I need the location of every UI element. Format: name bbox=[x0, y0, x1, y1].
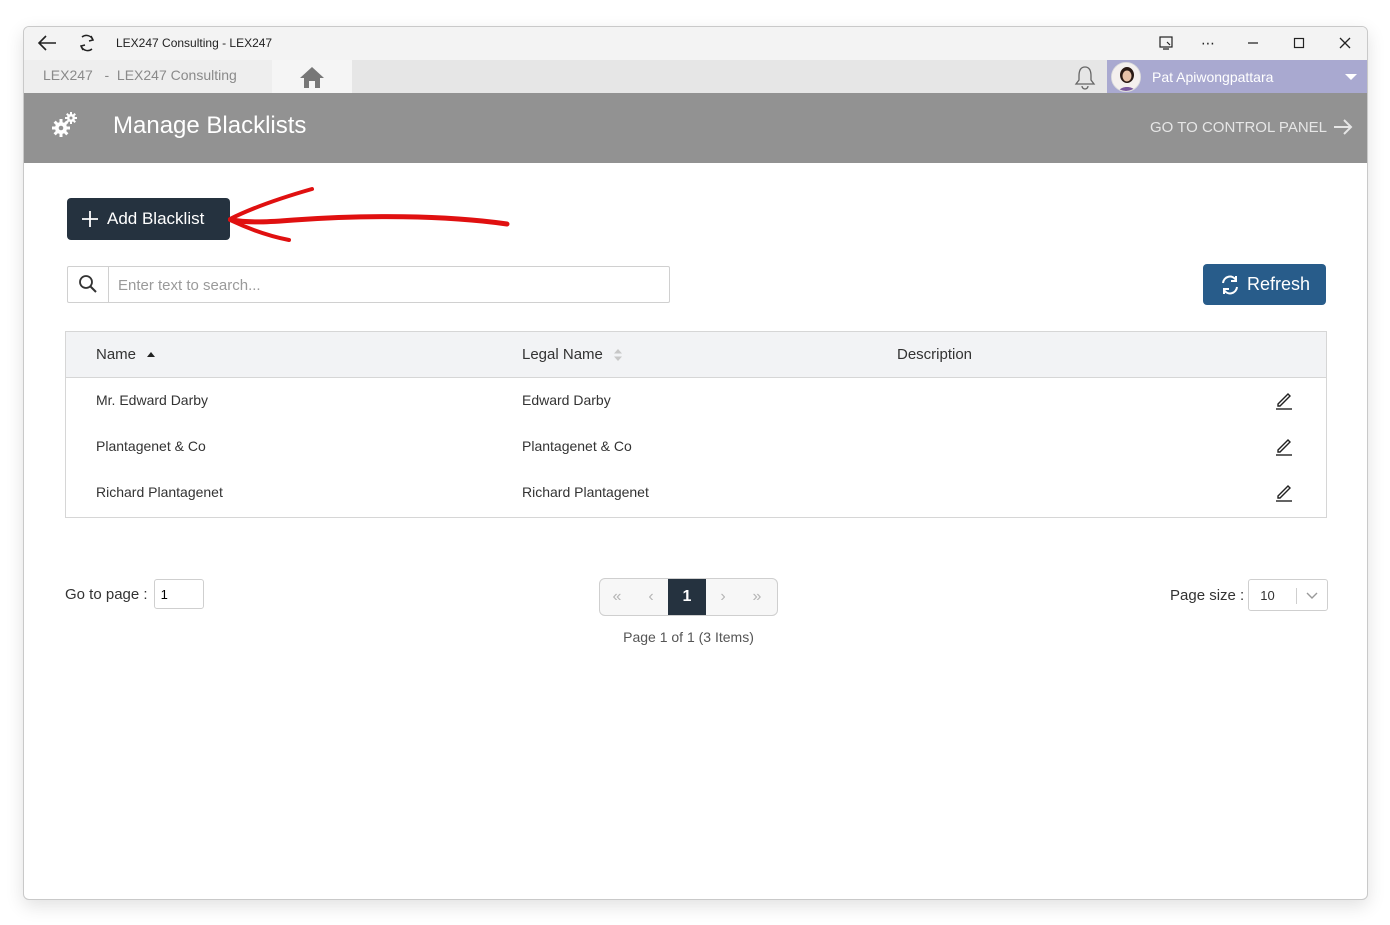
arrow-right-icon bbox=[1334, 119, 1353, 135]
cell-name: Mr. Edward Darby bbox=[96, 392, 209, 408]
refresh-button[interactable]: Refresh bbox=[1203, 264, 1326, 305]
first-page-icon[interactable]: « bbox=[600, 579, 634, 615]
refresh-icon bbox=[1221, 275, 1238, 294]
add-blacklist-button[interactable]: Add Blacklist bbox=[67, 198, 230, 240]
cell-legal-name: Plantagenet & Co bbox=[522, 438, 632, 454]
table-row[interactable]: Richard Plantagenet Richard Plantagenet bbox=[66, 471, 1326, 517]
pencil-icon[interactable] bbox=[1274, 482, 1294, 502]
home-button[interactable] bbox=[272, 60, 352, 93]
next-page-icon[interactable]: › bbox=[706, 579, 740, 615]
breadcrumb[interactable]: LEX247 - LEX247 Consulting bbox=[24, 60, 272, 93]
divider bbox=[1296, 588, 1298, 604]
search-icon[interactable] bbox=[68, 267, 109, 302]
search-input[interactable] bbox=[118, 274, 658, 296]
page-size-label: Page size : bbox=[1170, 586, 1245, 604]
gears-icon bbox=[50, 110, 80, 145]
pencil-icon[interactable] bbox=[1274, 436, 1294, 456]
column-header-description: Description bbox=[897, 346, 973, 363]
blacklist-table: Name Legal Name Description Mr. Edward D… bbox=[65, 331, 1327, 518]
app-available-icon[interactable] bbox=[1153, 31, 1179, 55]
app-nav: LEX247 - LEX247 Consulting Pat Apiwongpa… bbox=[24, 60, 1367, 93]
go-to-control-panel-link[interactable]: GO TO CONTROL PANEL bbox=[1150, 118, 1353, 136]
chevron-down-icon[interactable] bbox=[1345, 74, 1357, 80]
back-icon[interactable] bbox=[36, 33, 58, 53]
page-size-select[interactable]: 10 bbox=[1248, 579, 1329, 611]
table-row[interactable]: Plantagenet & Co Plantagenet & Co bbox=[66, 425, 1326, 471]
refresh-label: Refresh bbox=[1246, 274, 1311, 294]
title-bar: LEX247 Consulting - LEX247 ⋯ bbox=[24, 27, 1367, 60]
page-header: Manage Blacklists GO TO CONTROL PANEL bbox=[24, 93, 1367, 163]
cell-legal-name: Richard Plantagenet bbox=[522, 484, 649, 500]
table-header: Name Legal Name Description bbox=[66, 332, 1326, 378]
last-page-icon[interactable]: » bbox=[740, 579, 774, 615]
browser-window: LEX247 Consulting - LEX247 ⋯ LEX247 - LE… bbox=[23, 26, 1368, 900]
go-to-page-label: Go to page : bbox=[65, 585, 148, 603]
column-header-name[interactable]: Name bbox=[96, 346, 156, 363]
annotation-arrow bbox=[228, 187, 510, 242]
sort-both-icon bbox=[613, 348, 622, 361]
pagination: « ‹ 1 › » bbox=[599, 578, 778, 616]
home-icon bbox=[300, 67, 324, 88]
page-size-value: 10 bbox=[1260, 588, 1275, 603]
window-title: LEX247 Consulting - LEX247 bbox=[116, 36, 273, 50]
previous-page-icon[interactable]: ‹ bbox=[634, 579, 668, 615]
user-name: Pat Apiwongpattara bbox=[1152, 69, 1274, 85]
bell-icon[interactable] bbox=[1072, 64, 1098, 90]
maximize-icon[interactable] bbox=[1286, 31, 1312, 55]
control-panel-label: GO TO CONTROL PANEL bbox=[1150, 118, 1327, 136]
pager-info: Page 1 of 1 (3 Items) bbox=[623, 629, 754, 645]
go-to-page: Go to page : bbox=[65, 579, 204, 609]
cell-legal-name: Edward Darby bbox=[522, 392, 611, 408]
cell-name: Richard Plantagenet bbox=[96, 484, 223, 500]
more-icon[interactable]: ⋯ bbox=[1195, 31, 1221, 55]
go-to-page-input[interactable] bbox=[153, 579, 204, 609]
minimize-icon[interactable] bbox=[1240, 31, 1266, 55]
pencil-icon[interactable] bbox=[1274, 390, 1294, 410]
user-menu[interactable]: Pat Apiwongpattara bbox=[1107, 60, 1367, 93]
chevron-down-icon bbox=[1306, 592, 1318, 599]
search-box bbox=[67, 266, 670, 303]
sort-ascending-icon bbox=[147, 351, 156, 357]
plus-icon bbox=[82, 211, 98, 227]
page-size: Page size : 10 bbox=[1170, 579, 1329, 611]
avatar bbox=[1111, 62, 1141, 92]
column-header-legal-name[interactable]: Legal Name bbox=[522, 346, 623, 363]
close-icon[interactable] bbox=[1332, 31, 1358, 55]
cell-name: Plantagenet & Co bbox=[96, 438, 206, 454]
page-number-button[interactable]: 1 bbox=[668, 579, 706, 615]
reload-icon[interactable] bbox=[76, 32, 98, 54]
add-blacklist-label: Add Blacklist bbox=[107, 209, 205, 228]
page-title: Manage Blacklists bbox=[113, 112, 307, 139]
table-row[interactable]: Mr. Edward Darby Edward Darby bbox=[66, 379, 1326, 425]
